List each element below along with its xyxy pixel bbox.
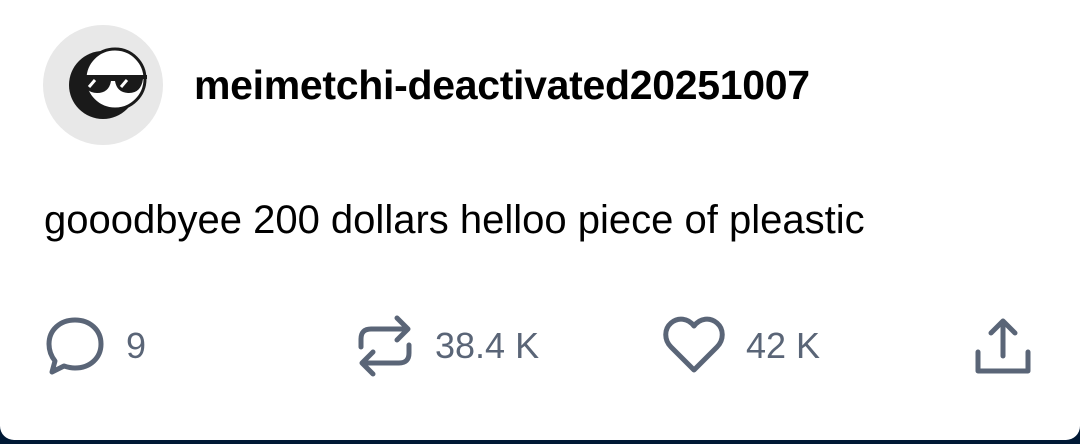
share-button[interactable]	[971, 310, 1035, 382]
post-header: meimetchi-deactivated20251007	[43, 25, 810, 145]
reblog-count: 38.4 K	[435, 325, 540, 366]
reblog-arrows-icon	[358, 315, 412, 377]
moon-with-sunglasses-icon	[69, 47, 147, 119]
post-actions: 9 38.4 K 42 K	[0, 310, 1080, 382]
avatar[interactable]	[43, 25, 163, 145]
like-button[interactable]: 42 K	[662, 310, 820, 382]
reblog-button[interactable]: 38.4 K	[355, 310, 539, 382]
username[interactable]: meimetchi-deactivated20251007	[194, 62, 810, 109]
post-text: gooodbyee 200 dollars helloo piece of pl…	[44, 198, 865, 242]
like-count: 42 K	[746, 325, 821, 366]
heart-icon	[663, 316, 725, 373]
post-card: meimetchi-deactivated20251007 gooodbyee …	[0, 0, 1080, 440]
reply-count: 9	[126, 325, 147, 366]
share-upload-icon	[975, 318, 1031, 374]
speech-bubble-icon	[46, 317, 104, 375]
reply-button[interactable]: 9	[44, 310, 146, 382]
